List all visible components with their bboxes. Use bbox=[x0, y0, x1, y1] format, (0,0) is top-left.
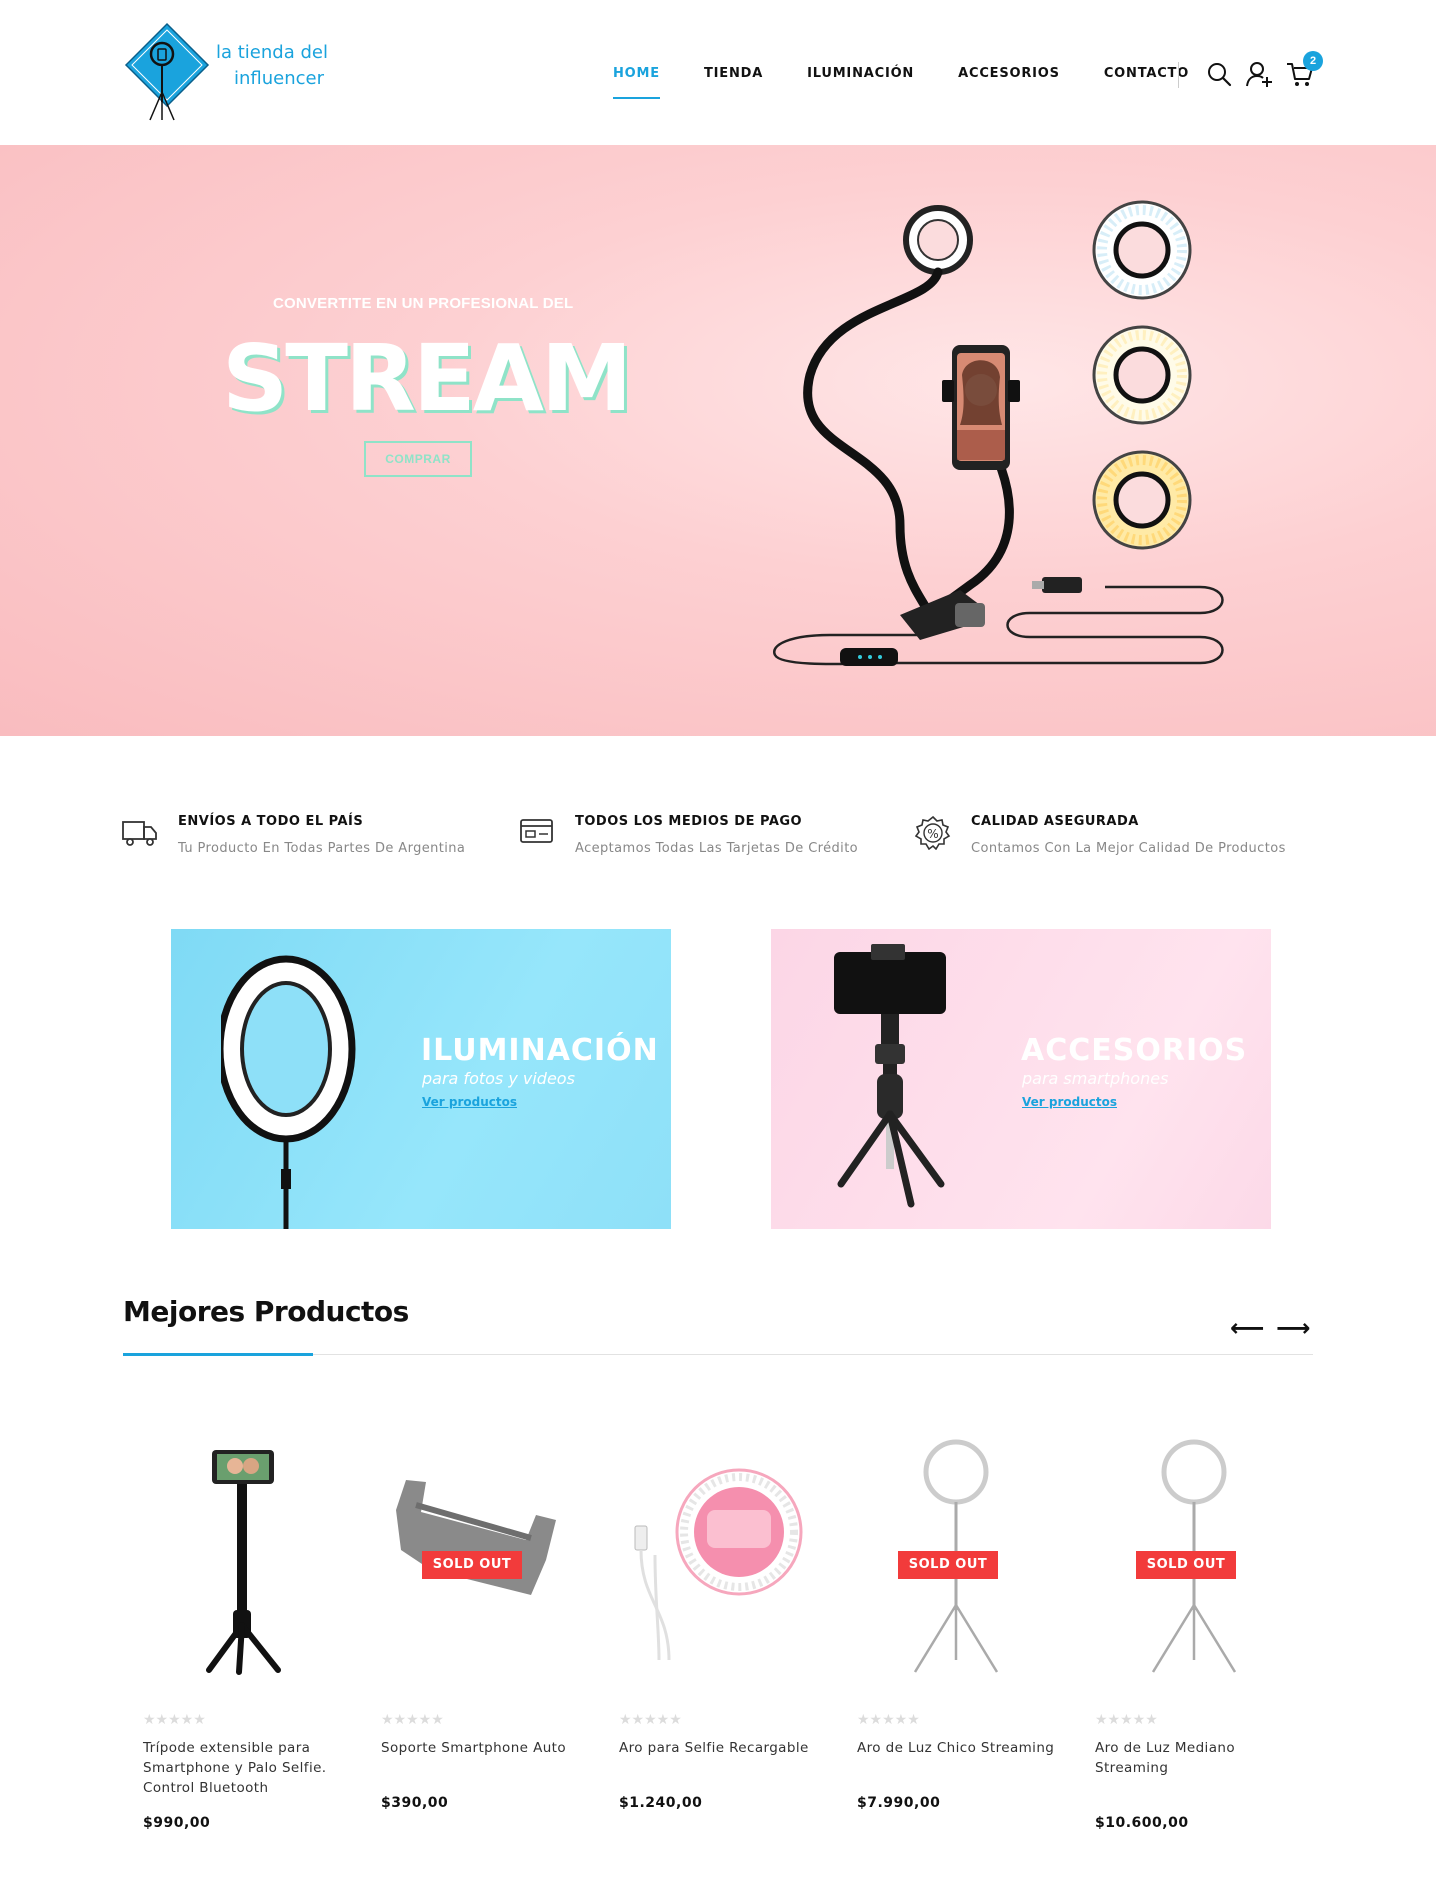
selfie-tripod-image bbox=[834, 944, 946, 1208]
nav-divider bbox=[1178, 62, 1179, 88]
product-card[interactable]: SOLD OUT ★★★★★ Soporte Smartphone Auto $… bbox=[361, 1420, 599, 1840]
buy-button[interactable]: COMPRAR bbox=[364, 441, 472, 477]
product-image bbox=[206, 1450, 281, 1675]
banner-title: ACCESORIOS bbox=[1021, 1033, 1248, 1068]
logo-line-2: influencer bbox=[234, 68, 325, 89]
truck-icon bbox=[122, 821, 157, 846]
ring-light-logo-icon bbox=[124, 22, 210, 121]
product-card[interactable]: SOLD OUT ★★★★★ Aro de Luz Mediano Stream… bbox=[1075, 1420, 1313, 1840]
product-price: $1.240,00 bbox=[619, 1795, 703, 1811]
feature-payment: TODOS LOS MEDIOS DE PAGO Aceptamos Todas… bbox=[519, 812, 899, 862]
nav-iluminacion[interactable]: ILUMINACIÓN bbox=[807, 66, 914, 81]
section-accent-bar bbox=[123, 1353, 313, 1356]
feature-quality: % CALIDAD ASEGURADA Contamos Con La Mejo… bbox=[915, 812, 1315, 862]
product-name[interactable]: Aro de Luz Mediano Streaming bbox=[1095, 1738, 1295, 1778]
logo-line-1: la tienda del bbox=[216, 42, 328, 63]
hero-banner: CONVERTITE EN UN PROFESIONAL DEL STREAM … bbox=[0, 145, 1436, 736]
feature-shipping: ENVÍOS A TODO EL PAÍS Tu Producto En Tod… bbox=[122, 812, 502, 862]
product-price: $390,00 bbox=[381, 1795, 449, 1811]
product-card[interactable]: SOLD OUT ★★★★★ Aro de Luz Chico Streamin… bbox=[837, 1420, 1075, 1840]
cart-count-badge: 2 bbox=[1303, 51, 1323, 71]
feature-title: TODOS LOS MEDIOS DE PAGO bbox=[575, 814, 803, 829]
product-name[interactable]: Trípode extensible para Smartphone y Pal… bbox=[143, 1738, 343, 1798]
hero-title: STREAM bbox=[222, 325, 632, 432]
credit-card-icon bbox=[520, 819, 553, 843]
rating-stars: ★★★★★ bbox=[1095, 1711, 1158, 1727]
section-title: Mejores Productos bbox=[123, 1295, 409, 1328]
sold-out-badge: SOLD OUT bbox=[1136, 1551, 1236, 1579]
selfie-ring-light-image bbox=[773, 200, 1224, 666]
product-card[interactable]: ★★★★★ Trípode extensible para Smartphone… bbox=[123, 1420, 361, 1840]
rating-stars: ★★★★★ bbox=[857, 1711, 920, 1727]
nav-tienda[interactable]: TIENDA bbox=[704, 66, 763, 81]
feature-desc: Contamos Con La Mejor Calidad De Product… bbox=[971, 841, 1286, 856]
site-logo[interactable]: la tienda del influencer bbox=[122, 22, 342, 122]
product-price: $10.600,00 bbox=[1095, 1815, 1189, 1831]
site-header: la tienda del influencer HOME TIENDA ILU… bbox=[0, 0, 1436, 145]
sold-out-badge: SOLD OUT bbox=[422, 1551, 522, 1579]
feature-desc: Aceptamos Todas Las Tarjetas De Crédito bbox=[575, 841, 859, 856]
banner-subtitle: para fotos y videos bbox=[422, 1069, 575, 1088]
product-card[interactable]: ★★★★★ Aro para Selfie Recargable $1.240,… bbox=[599, 1420, 837, 1840]
carousel-next-arrow-icon[interactable]: ⟶ bbox=[1276, 1314, 1310, 1342]
banner-accesorios[interactable]: ACCESORIOS para smartphones Ver producto… bbox=[771, 929, 1271, 1229]
carousel-prev-arrow-icon[interactable]: ⟵ bbox=[1230, 1314, 1264, 1342]
rating-stars: ★★★★★ bbox=[143, 1711, 206, 1727]
ring-light-image bbox=[221, 955, 356, 1229]
product-price: $990,00 bbox=[143, 1815, 211, 1831]
quality-badge-icon: % bbox=[915, 816, 951, 850]
banner-iluminacion[interactable]: ILUMINACIÓN para fotos y videos Ver prod… bbox=[171, 929, 671, 1229]
nav-contacto[interactable]: CONTACTO bbox=[1104, 66, 1189, 81]
product-name[interactable]: Soporte Smartphone Auto bbox=[381, 1738, 581, 1758]
search-icon[interactable] bbox=[1205, 60, 1233, 88]
svg-text:%: % bbox=[927, 827, 938, 841]
banner-title: ILUMINACIÓN bbox=[421, 1033, 659, 1068]
product-name[interactable]: Aro para Selfie Recargable bbox=[619, 1738, 819, 1758]
rating-stars: ★★★★★ bbox=[619, 1711, 682, 1727]
feature-desc: Tu Producto En Todas Partes De Argentina bbox=[178, 841, 466, 856]
banner-link[interactable]: Ver productos bbox=[1022, 1095, 1117, 1109]
product-name[interactable]: Aro de Luz Chico Streaming bbox=[857, 1738, 1057, 1758]
main-nav: HOME TIENDA ILUMINACIÓN ACCESORIOS CONTA… bbox=[613, 66, 1233, 99]
product-image bbox=[1151, 1439, 1237, 1673]
product-price: $7.990,00 bbox=[857, 1795, 941, 1811]
nav-home[interactable]: HOME bbox=[613, 66, 660, 99]
feature-title: ENVÍOS A TODO EL PAÍS bbox=[178, 814, 364, 829]
hero-kicker: CONVERTITE EN UN PROFESIONAL DEL bbox=[273, 295, 574, 312]
product-image bbox=[634, 1468, 803, 1661]
banner-subtitle: para smartphones bbox=[1022, 1069, 1169, 1088]
rating-stars: ★★★★★ bbox=[381, 1711, 444, 1727]
nav-accesorios[interactable]: ACCESORIOS bbox=[958, 66, 1060, 81]
product-image bbox=[913, 1439, 999, 1673]
product-image bbox=[396, 1480, 556, 1595]
logo-text: la tienda del influencer bbox=[216, 40, 328, 92]
banner-link[interactable]: Ver productos bbox=[422, 1095, 517, 1109]
feature-title: CALIDAD ASEGURADA bbox=[971, 814, 1139, 829]
user-add-icon[interactable] bbox=[1245, 60, 1273, 88]
sold-out-badge: SOLD OUT bbox=[898, 1551, 998, 1579]
